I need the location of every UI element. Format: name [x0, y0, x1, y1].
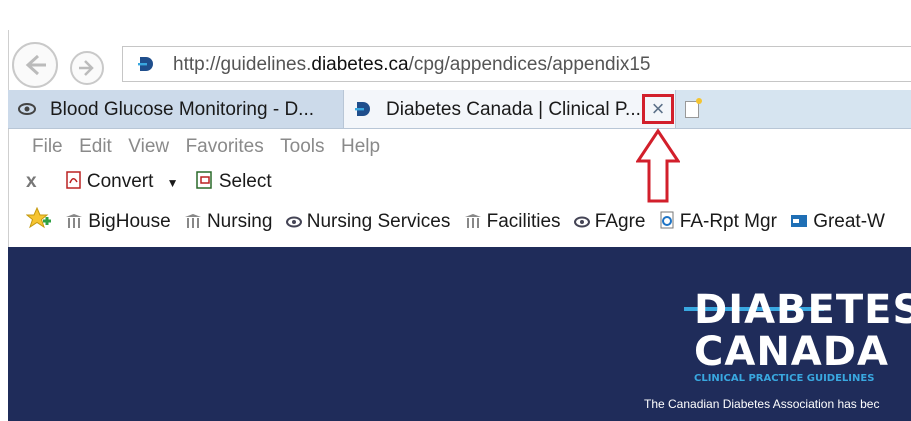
menu-view[interactable]: View	[128, 136, 169, 158]
site-favicon-icon	[355, 102, 370, 116]
building-icon	[184, 214, 201, 228]
page-header-banner: DIABETES CANADA CLINICAL PRACTICE GUIDEL…	[8, 247, 911, 421]
favorite-label: Facilities	[486, 211, 561, 232]
app-window-icon	[791, 215, 808, 227]
select-label: Select	[218, 171, 272, 192]
favorite-label: FAgre	[594, 211, 646, 232]
menu-file[interactable]: File	[32, 136, 63, 158]
forward-button[interactable]	[70, 51, 104, 85]
logo-line1: DIABETES	[694, 287, 911, 333]
logo-line2: CANADA	[694, 329, 889, 375]
address-bar[interactable]: http://guidelines.diabetes.ca/cpg/append…	[122, 46, 911, 82]
select-pdf-icon	[196, 171, 212, 189]
favorite-label: BigHouse	[88, 211, 171, 232]
tab-blood-glucose[interactable]: Blood Glucose Monitoring - D...	[8, 90, 343, 128]
chevron-down-icon: ▼	[166, 176, 179, 190]
favorite-great-w[interactable]: Great-W	[790, 211, 885, 233]
eye-icon	[573, 216, 590, 228]
address-row: http://guidelines.diabetes.ca/cpg/append…	[8, 38, 911, 90]
logo-subtitle: CLINICAL PRACTICE GUIDELINES	[694, 373, 875, 384]
pdf-icon	[66, 171, 81, 189]
site-favicon-icon	[138, 57, 153, 71]
browser-window: http://guidelines.diabetes.ca/cpg/append…	[0, 0, 911, 421]
menu-tools[interactable]: Tools	[280, 136, 324, 158]
address-domain: diabetes.ca	[311, 54, 409, 75]
address-prefix: http://guidelines.	[173, 54, 312, 75]
new-tab-icon[interactable]	[685, 98, 702, 118]
favorite-facilities[interactable]: Facilities	[464, 211, 561, 233]
favorite-label: FA-Rpt Mgr	[679, 211, 777, 232]
forward-arrow-icon	[79, 60, 94, 76]
building-icon	[464, 214, 481, 228]
tab-label: Diabetes Canada | Clinical P...	[386, 99, 641, 120]
pdf-toolbar: x Convert ▼ Select	[26, 171, 272, 197]
convert-button[interactable]: Convert ▼	[66, 171, 179, 193]
eye-icon	[18, 103, 36, 115]
favorites-bar: BigHouse Nursing Nursing Services Facili…	[26, 207, 911, 241]
favorite-label: Great-W	[813, 211, 885, 232]
tab-label: Blood Glucose Monitoring - D...	[50, 99, 315, 120]
favorite-bighouse[interactable]: BigHouse	[65, 211, 171, 233]
favorite-label: Nursing	[206, 211, 273, 232]
menu-help[interactable]: Help	[341, 136, 380, 158]
address-path: /cpg/appendices/appendix15	[408, 54, 651, 75]
favorite-nursing[interactable]: Nursing	[184, 211, 272, 233]
menu-edit[interactable]: Edit	[79, 136, 112, 158]
favorite-label: Nursing Services	[306, 211, 451, 232]
toolbar-close-button[interactable]: x	[26, 171, 37, 193]
favorite-fagre[interactable]: FAgre	[573, 211, 646, 233]
favorite-fa-rpt-mgr[interactable]: FA-Rpt Mgr	[659, 211, 777, 233]
red-up-arrow-icon	[636, 128, 680, 203]
favorite-nursing-services[interactable]: Nursing Services	[285, 211, 451, 233]
convert-label: Convert	[86, 171, 154, 192]
favorites-star-icon[interactable]	[26, 207, 52, 231]
address-text: http://guidelines.diabetes.ca/cpg/append…	[173, 54, 650, 76]
menu-bar: File Edit View Favorites Tools Help	[32, 136, 392, 162]
back-arrow-icon	[25, 54, 46, 76]
select-button[interactable]: Select	[196, 171, 272, 193]
menu-favorites[interactable]: Favorites	[186, 136, 264, 158]
back-button[interactable]	[12, 42, 58, 88]
building-icon	[66, 214, 83, 228]
close-tab-button[interactable]: ×	[642, 94, 674, 124]
ie-page-icon	[660, 211, 674, 229]
tab-diabetes-canada[interactable]: Diabetes Canada | Clinical P...	[343, 90, 676, 128]
eye-icon	[285, 216, 302, 228]
banner-text: The Canadian Diabetes Association has be…	[644, 397, 880, 411]
tab-bar: Blood Glucose Monitoring - D... Diabetes…	[8, 90, 911, 129]
